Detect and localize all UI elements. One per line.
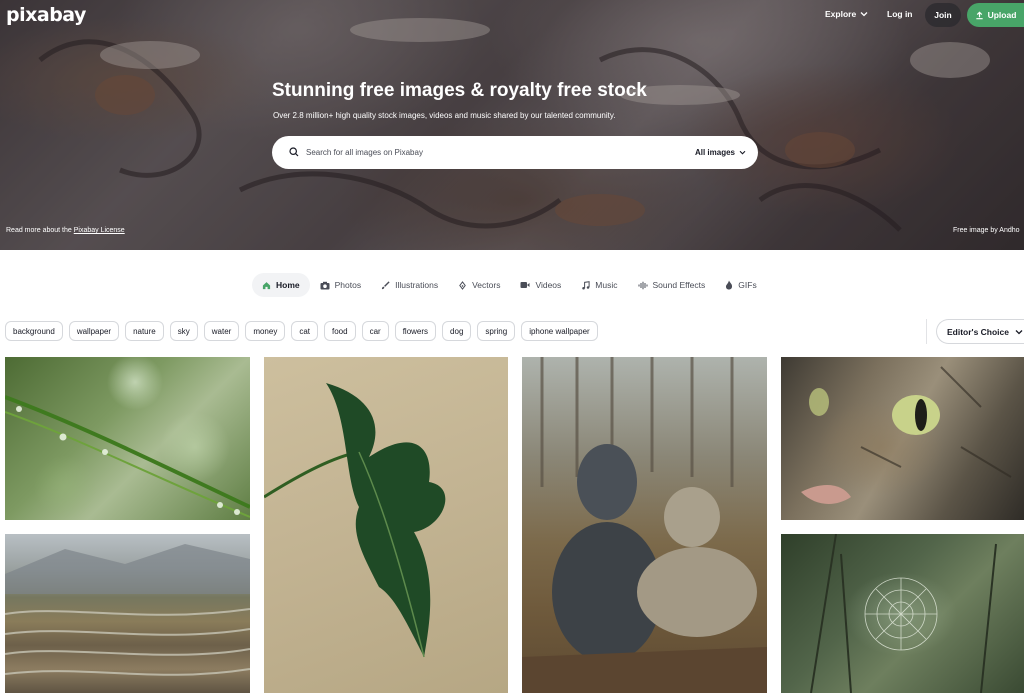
category-tabs: Home Photos Illustrations Vectors Videos… [252, 273, 767, 297]
sort-label: Editor's Choice [947, 326, 1010, 337]
cat-illustration [801, 366, 1012, 504]
explore-menu[interactable]: Explore [825, 9, 868, 19]
license-prefix: Read more about the [6, 227, 72, 234]
music-note-icon [582, 280, 590, 289]
media-type-label: All images [694, 148, 735, 157]
gallery-image-grass-droplets[interactable] [5, 357, 250, 520]
home-icon [262, 281, 271, 289]
tag-chip[interactable]: wallpaper [68, 321, 120, 341]
flame-icon [726, 280, 733, 290]
tag-chip[interactable]: sky [169, 321, 198, 341]
chevron-down-icon [860, 12, 868, 17]
tab-music[interactable]: Music [571, 273, 627, 297]
hero-title: Stunning free images & royalty free stoc… [272, 80, 647, 101]
tab-label: Illustrations [395, 280, 439, 290]
search-icon[interactable] [289, 147, 299, 157]
gallery-image-terraced-fields[interactable] [5, 534, 250, 693]
tab-videos[interactable]: Videos [510, 273, 571, 297]
join-button[interactable]: Join [925, 3, 961, 27]
tag-chip[interactable]: spring [477, 321, 516, 341]
hero-banner: pixabay Explore Log in Join Upload Stunn… [0, 0, 1024, 250]
tab-label: Videos [535, 280, 562, 290]
license-note: Read more about the Pixabay License [6, 227, 125, 234]
chevron-down-icon [739, 150, 746, 155]
pen-nib-icon [459, 280, 466, 290]
popular-tags: background wallpaper nature sky water mo… [5, 321, 598, 341]
tab-label: Music [595, 280, 618, 290]
tab-gifs[interactable]: GIFs [715, 273, 766, 297]
gallery-image-spider-web[interactable] [781, 534, 1024, 693]
tab-label: Photos [334, 280, 362, 290]
tab-home[interactable]: Home [252, 273, 310, 297]
license-link[interactable]: Pixabay License [74, 227, 125, 234]
tag-chip[interactable]: water [203, 321, 240, 341]
gallery-image-cat-eye[interactable] [781, 357, 1024, 520]
image-credit[interactable]: Free image by Andho [953, 227, 1020, 234]
sound-wave-icon [638, 281, 647, 289]
tab-vectors[interactable]: Vectors [448, 273, 510, 297]
tab-photos[interactable]: Photos [310, 273, 371, 297]
upload-button[interactable]: Upload [967, 3, 1024, 27]
media-type-dropdown[interactable]: All images [695, 148, 746, 157]
tab-label: Home [276, 280, 300, 290]
web-illustration [810, 534, 997, 693]
upload-label: Upload [987, 10, 1017, 20]
gallery-image-dogs[interactable] [522, 357, 767, 693]
tab-sound-effects[interactable]: Sound Effects [628, 273, 716, 297]
tag-chip[interactable]: dog [442, 321, 472, 341]
tab-label: Vectors [472, 280, 501, 290]
explore-label: Explore [825, 9, 857, 19]
search-bar: All images [272, 136, 758, 169]
gallery-image-philodendron-leaf[interactable] [264, 357, 508, 693]
search-input[interactable] [306, 136, 666, 169]
tag-chip[interactable]: nature [125, 321, 164, 341]
sort-dropdown[interactable]: Editor's Choice [936, 319, 1024, 344]
tab-label: GIFs [738, 280, 757, 290]
tag-chip[interactable]: food [324, 321, 356, 341]
hero-overlay [0, 0, 1024, 250]
top-navigation: pixabay Explore Log in Join Upload [0, 0, 1024, 30]
camera-icon [320, 281, 330, 289]
pixabay-logo[interactable]: pixabay [6, 4, 86, 26]
chevron-down-icon [1015, 329, 1023, 334]
brush-icon [381, 280, 390, 289]
hero-subtitle: Over 2.8 million+ high quality stock ima… [273, 111, 616, 120]
tag-chip[interactable]: background [5, 321, 63, 341]
grass-droplets-illustration [5, 395, 250, 518]
tag-chip[interactable]: iphone wallpaper [521, 321, 598, 341]
tag-chip[interactable]: car [361, 321, 389, 341]
login-link[interactable]: Log in [887, 9, 913, 19]
divider [926, 319, 927, 344]
upload-icon [975, 11, 983, 19]
tag-chip[interactable]: money [245, 321, 286, 341]
terraces-illustration [5, 544, 250, 676]
video-icon [520, 282, 530, 288]
tab-illustrations[interactable]: Illustrations [371, 273, 448, 297]
dogs-illustration [522, 357, 767, 693]
leaf-illustration [264, 383, 446, 658]
tag-chip[interactable]: cat [291, 321, 318, 341]
tag-chip[interactable]: flowers [394, 321, 437, 341]
tab-label: Sound Effects [652, 280, 706, 290]
